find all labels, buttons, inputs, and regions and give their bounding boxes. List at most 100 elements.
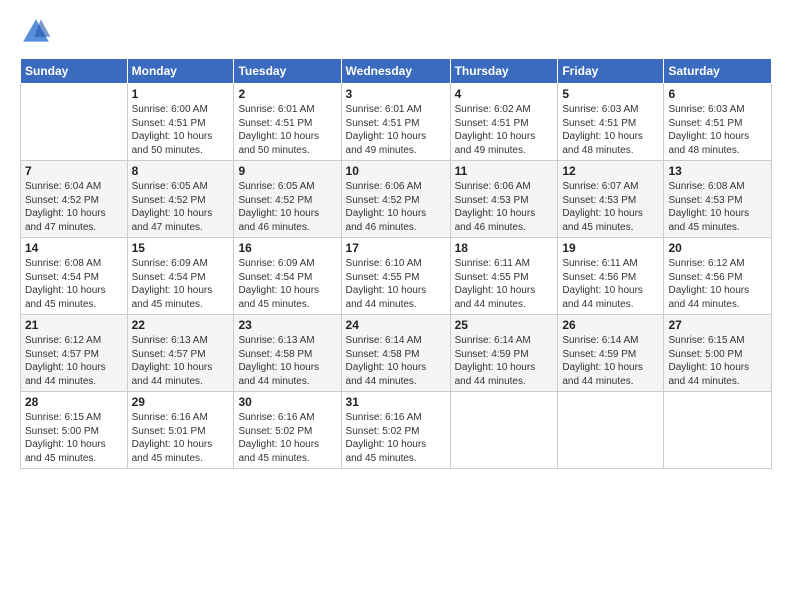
calendar-cell: 20 Sunrise: 6:12 AM Sunset: 4:56 PM Dayli…	[664, 238, 772, 315]
calendar-cell: 8 Sunrise: 6:05 AM Sunset: 4:52 PM Daylig…	[127, 161, 234, 238]
calendar-cell: 25 Sunrise: 6:14 AM Sunset: 4:59 PM Dayli…	[450, 315, 558, 392]
day-number: 15	[132, 241, 230, 255]
header-day-saturday: Saturday	[664, 59, 772, 84]
day-number: 27	[668, 318, 767, 332]
calendar-cell: 22 Sunrise: 6:13 AM Sunset: 4:57 PM Dayli…	[127, 315, 234, 392]
calendar-cell: 28 Sunrise: 6:15 AM Sunset: 5:00 PM Dayli…	[21, 392, 128, 469]
header-day-sunday: Sunday	[21, 59, 128, 84]
calendar-cell: 2 Sunrise: 6:01 AM Sunset: 4:51 PM Daylig…	[234, 84, 341, 161]
calendar-cell	[664, 392, 772, 469]
day-info: Sunrise: 6:15 AM Sunset: 5:00 PM Dayligh…	[25, 411, 123, 465]
calendar-cell: 4 Sunrise: 6:02 AM Sunset: 4:51 PM Daylig…	[450, 84, 558, 161]
day-number: 10	[346, 164, 446, 178]
calendar-cell: 14 Sunrise: 6:08 AM Sunset: 4:54 PM Dayli…	[21, 238, 128, 315]
day-info: Sunrise: 6:09 AM Sunset: 4:54 PM Dayligh…	[132, 257, 230, 311]
calendar-week-5: 28 Sunrise: 6:15 AM Sunset: 5:00 PM Dayli…	[21, 392, 772, 469]
day-number: 26	[562, 318, 659, 332]
calendar-table: SundayMondayTuesdayWednesdayThursdayFrid…	[20, 58, 772, 469]
calendar-week-3: 14 Sunrise: 6:08 AM Sunset: 4:54 PM Dayli…	[21, 238, 772, 315]
day-number: 19	[562, 241, 659, 255]
calendar-cell: 17Sunrise: 6:10 AM Sunset: 4:55 PM Dayli…	[341, 238, 450, 315]
day-number: 5	[562, 87, 659, 101]
day-info: Sunrise: 6:11 AM Sunset: 4:55 PM Dayligh…	[455, 257, 554, 311]
day-info: Sunrise: 6:05 AM Sunset: 4:52 PM Dayligh…	[132, 180, 230, 234]
day-info: Sunrise: 6:16 AM Sunset: 5:01 PM Dayligh…	[132, 411, 230, 465]
day-info: Sunrise: 6:13 AM Sunset: 4:57 PM Dayligh…	[132, 334, 230, 388]
calendar-cell: 6 Sunrise: 6:03 AM Sunset: 4:51 PM Daylig…	[664, 84, 772, 161]
header-day-thursday: Thursday	[450, 59, 558, 84]
day-info: Sunrise: 6:03 AM Sunset: 4:51 PM Dayligh…	[668, 103, 767, 157]
day-info: Sunrise: 6:16 AM Sunset: 5:02 PM Dayligh…	[346, 411, 446, 465]
logo-icon	[20, 16, 52, 48]
calendar-cell: 1 Sunrise: 6:00 AM Sunset: 4:51 PM Daylig…	[127, 84, 234, 161]
day-info: Sunrise: 6:01 AM Sunset: 4:51 PM Dayligh…	[238, 103, 336, 157]
calendar-cell: 30 Sunrise: 6:16 AM Sunset: 5:02 PM Dayli…	[234, 392, 341, 469]
day-number: 4	[455, 87, 554, 101]
calendar-cell: 18 Sunrise: 6:11 AM Sunset: 4:55 PM Dayli…	[450, 238, 558, 315]
day-info: Sunrise: 6:08 AM Sunset: 4:54 PM Dayligh…	[25, 257, 123, 311]
day-number: 6	[668, 87, 767, 101]
day-info: Sunrise: 6:14 AM Sunset: 4:59 PM Dayligh…	[455, 334, 554, 388]
day-info: Sunrise: 6:08 AM Sunset: 4:53 PM Dayligh…	[668, 180, 767, 234]
header	[20, 16, 772, 48]
day-number: 28	[25, 395, 123, 409]
day-info: Sunrise: 6:02 AM Sunset: 4:51 PM Dayligh…	[455, 103, 554, 157]
day-info: Sunrise: 6:07 AM Sunset: 4:53 PM Dayligh…	[562, 180, 659, 234]
header-day-wednesday: Wednesday	[341, 59, 450, 84]
day-number: 8	[132, 164, 230, 178]
day-info: Sunrise: 6:14 AM Sunset: 4:58 PM Dayligh…	[346, 334, 446, 388]
calendar-cell: 24 Sunrise: 6:14 AM Sunset: 4:58 PM Dayli…	[341, 315, 450, 392]
calendar-cell: 31 Sunrise: 6:16 AM Sunset: 5:02 PM Dayli…	[341, 392, 450, 469]
calendar-cell: 12 Sunrise: 6:07 AM Sunset: 4:53 PM Dayli…	[558, 161, 664, 238]
day-info: Sunrise: 6:16 AM Sunset: 5:02 PM Dayligh…	[238, 411, 336, 465]
day-info: Sunrise: 6:00 AM Sunset: 4:51 PM Dayligh…	[132, 103, 230, 157]
calendar-week-4: 21Sunrise: 6:12 AM Sunset: 4:57 PM Dayli…	[21, 315, 772, 392]
calendar-cell: 19 Sunrise: 6:11 AM Sunset: 4:56 PM Dayli…	[558, 238, 664, 315]
day-number: 2	[238, 87, 336, 101]
day-number: 29	[132, 395, 230, 409]
page: SundayMondayTuesdayWednesdayThursdayFrid…	[0, 0, 792, 612]
day-number: 23	[238, 318, 336, 332]
day-number: 14	[25, 241, 123, 255]
calendar-cell: 26Sunrise: 6:14 AM Sunset: 4:59 PM Dayli…	[558, 315, 664, 392]
day-number: 30	[238, 395, 336, 409]
calendar-header-row: SundayMondayTuesdayWednesdayThursdayFrid…	[21, 59, 772, 84]
day-number: 9	[238, 164, 336, 178]
day-info: Sunrise: 6:06 AM Sunset: 4:52 PM Dayligh…	[346, 180, 446, 234]
calendar-cell	[450, 392, 558, 469]
calendar-cell: 10 Sunrise: 6:06 AM Sunset: 4:52 PM Dayli…	[341, 161, 450, 238]
header-day-tuesday: Tuesday	[234, 59, 341, 84]
day-number: 1	[132, 87, 230, 101]
calendar-cell: 5Sunrise: 6:03 AM Sunset: 4:51 PM Daylig…	[558, 84, 664, 161]
calendar-cell: 9 Sunrise: 6:05 AM Sunset: 4:52 PM Daylig…	[234, 161, 341, 238]
day-info: Sunrise: 6:04 AM Sunset: 4:52 PM Dayligh…	[25, 180, 123, 234]
calendar-cell: 13 Sunrise: 6:08 AM Sunset: 4:53 PM Dayli…	[664, 161, 772, 238]
day-info: Sunrise: 6:15 AM Sunset: 5:00 PM Dayligh…	[668, 334, 767, 388]
day-info: Sunrise: 6:12 AM Sunset: 4:56 PM Dayligh…	[668, 257, 767, 311]
calendar-cell: 3 Sunrise: 6:01 AM Sunset: 4:51 PM Daylig…	[341, 84, 450, 161]
day-number: 13	[668, 164, 767, 178]
calendar-cell: 27 Sunrise: 6:15 AM Sunset: 5:00 PM Dayli…	[664, 315, 772, 392]
day-number: 24	[346, 318, 446, 332]
header-day-monday: Monday	[127, 59, 234, 84]
day-number: 31	[346, 395, 446, 409]
day-info: Sunrise: 6:10 AM Sunset: 4:55 PM Dayligh…	[346, 257, 446, 311]
day-info: Sunrise: 6:12 AM Sunset: 4:57 PM Dayligh…	[25, 334, 123, 388]
day-info: Sunrise: 6:06 AM Sunset: 4:53 PM Dayligh…	[455, 180, 554, 234]
calendar-cell	[558, 392, 664, 469]
calendar-week-2: 7Sunrise: 6:04 AM Sunset: 4:52 PM Daylig…	[21, 161, 772, 238]
day-number: 20	[668, 241, 767, 255]
day-info: Sunrise: 6:05 AM Sunset: 4:52 PM Dayligh…	[238, 180, 336, 234]
day-number: 25	[455, 318, 554, 332]
logo	[20, 16, 56, 48]
calendar-cell: 7Sunrise: 6:04 AM Sunset: 4:52 PM Daylig…	[21, 161, 128, 238]
calendar-cell: 11Sunrise: 6:06 AM Sunset: 4:53 PM Dayli…	[450, 161, 558, 238]
day-number: 12	[562, 164, 659, 178]
header-day-friday: Friday	[558, 59, 664, 84]
day-number: 3	[346, 87, 446, 101]
day-info: Sunrise: 6:01 AM Sunset: 4:51 PM Dayligh…	[346, 103, 446, 157]
day-number: 22	[132, 318, 230, 332]
calendar-week-1: 1 Sunrise: 6:00 AM Sunset: 4:51 PM Daylig…	[21, 84, 772, 161]
day-info: Sunrise: 6:11 AM Sunset: 4:56 PM Dayligh…	[562, 257, 659, 311]
day-number: 18	[455, 241, 554, 255]
